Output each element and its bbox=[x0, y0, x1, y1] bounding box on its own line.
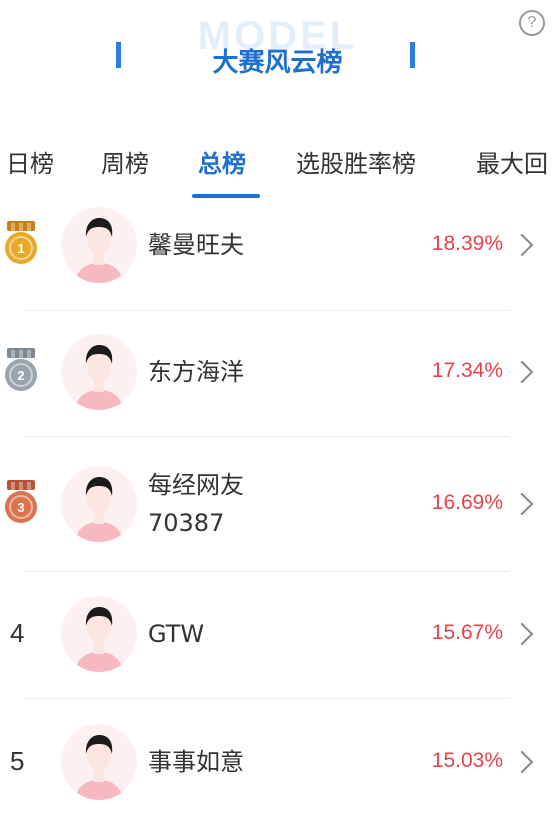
chevron-right-icon[interactable] bbox=[510, 360, 534, 384]
user-name: GTW bbox=[148, 615, 204, 653]
user-avatar-icon[interactable] bbox=[61, 334, 137, 410]
user-name: 每经网友 70387 bbox=[148, 466, 244, 542]
return-rate: 15.03% bbox=[431, 749, 503, 772]
medal-icon: 3 bbox=[5, 479, 37, 523]
tab-daily[interactable]: 日榜 bbox=[6, 144, 54, 179]
medal-rank-number: 2 bbox=[17, 368, 24, 383]
chevron-right-icon[interactable] bbox=[510, 233, 534, 257]
user-name-line: GTW bbox=[148, 620, 205, 648]
medal-icon: 2 bbox=[5, 348, 37, 391]
user-avatar-icon[interactable] bbox=[61, 207, 137, 283]
tab-max-drawdown[interactable]: 最大回 bbox=[476, 144, 548, 179]
medal-rank-number: 3 bbox=[17, 500, 24, 515]
ranking-row[interactable]: 2 东方海洋 17.34% bbox=[0, 308, 555, 436]
rank-number: 5 bbox=[10, 746, 25, 776]
user-name-line: 70387 bbox=[148, 508, 225, 537]
chevron-right-icon[interactable] bbox=[510, 750, 534, 774]
user-name-line: 东方海洋 bbox=[148, 358, 244, 386]
return-rate: 15.67% bbox=[431, 621, 503, 644]
medal-rank-number: 1 bbox=[17, 241, 24, 256]
header: MODEL 大赛风云榜 ? bbox=[0, 0, 555, 110]
user-name-line: 馨曼旺夫 bbox=[148, 231, 244, 259]
user-name: 事事如意 bbox=[148, 743, 244, 781]
user-name: 馨曼旺夫 bbox=[148, 226, 244, 264]
user-name-line: 每经网友 bbox=[148, 470, 244, 499]
ranking-row[interactable]: 3 每经网友 70387 16.69% bbox=[0, 436, 555, 571]
medal-icon: 1 bbox=[5, 221, 37, 264]
user-name-line: 事事如意 bbox=[148, 748, 244, 776]
ranking-row[interactable]: 4 GTW 15.67% bbox=[0, 570, 555, 698]
user-avatar-icon[interactable] bbox=[61, 596, 137, 672]
return-rate: 18.39% bbox=[431, 232, 503, 255]
return-rate: 16.69% bbox=[431, 490, 503, 514]
ranking-row[interactable]: 5 事事如意 15.03% bbox=[0, 698, 555, 826]
return-rate: 17.34% bbox=[431, 359, 503, 382]
chevron-right-icon[interactable] bbox=[510, 622, 534, 646]
tab-stock-win-rate[interactable]: 选股胜率榜 bbox=[296, 144, 416, 179]
help-icon[interactable]: ? bbox=[519, 10, 545, 36]
user-avatar-icon[interactable] bbox=[61, 724, 137, 800]
user-name: 东方海洋 bbox=[148, 353, 244, 391]
title-bar-right bbox=[410, 42, 415, 68]
tab-weekly[interactable]: 周榜 bbox=[101, 144, 149, 179]
rank-number: 4 bbox=[10, 618, 25, 648]
chevron-right-icon[interactable] bbox=[510, 492, 534, 515]
user-avatar-icon[interactable] bbox=[61, 465, 137, 542]
tab-total[interactable]: 总榜 bbox=[198, 144, 246, 179]
ranking-row[interactable]: 1 馨曼旺夫 18.39% bbox=[0, 180, 555, 310]
page-title: 大赛风云榜 bbox=[212, 48, 343, 78]
